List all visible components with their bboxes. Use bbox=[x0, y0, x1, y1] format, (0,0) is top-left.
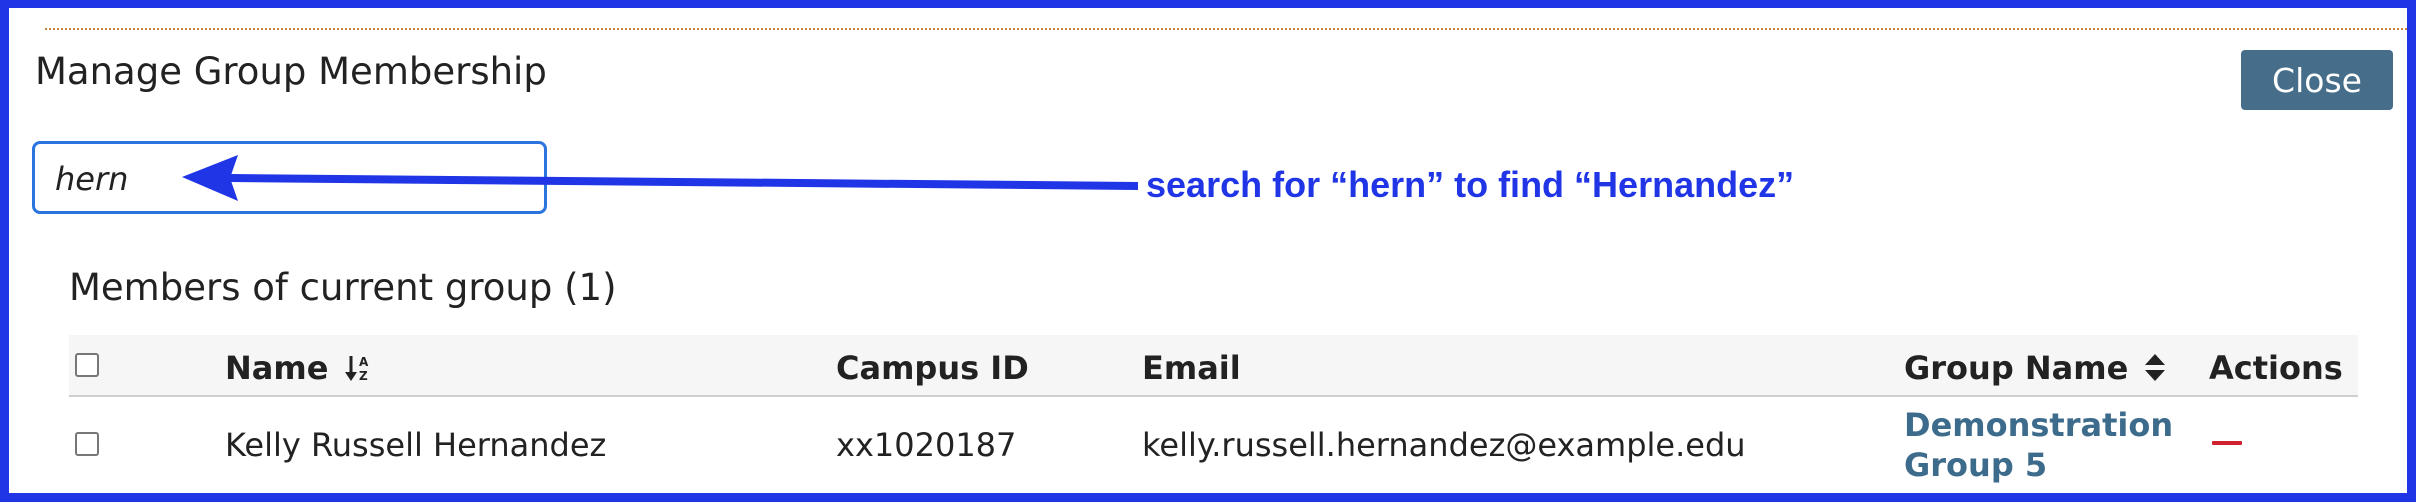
table-header: Name A Z Campus ID Email Group Name Acti… bbox=[69, 335, 2358, 397]
column-header-name[interactable]: Name A Z bbox=[225, 349, 376, 387]
column-header-campus-id: Campus ID bbox=[836, 349, 1029, 387]
svg-text:Z: Z bbox=[359, 369, 368, 383]
dialog-title: Manage Group Membership bbox=[35, 50, 547, 93]
top-divider bbox=[45, 28, 2407, 30]
group-name-link[interactable]: Demonstration Group 5 bbox=[1904, 405, 2173, 485]
svg-text:A: A bbox=[359, 355, 369, 369]
sort-icon[interactable] bbox=[2143, 353, 2167, 383]
sort-alpha-down-icon[interactable]: A Z bbox=[344, 353, 376, 383]
member-email: kelly.russell.hernandez@example.edu bbox=[1142, 426, 1746, 464]
close-button[interactable]: Close bbox=[2241, 50, 2393, 110]
column-header-actions: Actions bbox=[2209, 349, 2343, 387]
annotation-label: search for “hern” to find “Hernandez” bbox=[1146, 164, 1795, 205]
remove-member-button[interactable] bbox=[2212, 441, 2242, 445]
column-header-email: Email bbox=[1142, 349, 1241, 387]
column-header-group-name[interactable]: Group Name bbox=[1904, 349, 2167, 387]
row-select-checkbox[interactable] bbox=[75, 432, 99, 456]
member-campus-id: xx1020187 bbox=[836, 426, 1017, 464]
annotation-arrow bbox=[182, 155, 1139, 201]
members-heading: Members of current group (1) bbox=[69, 266, 617, 309]
member-name: Kelly Russell Hernandez bbox=[225, 426, 607, 464]
select-all-checkbox[interactable] bbox=[75, 353, 99, 377]
